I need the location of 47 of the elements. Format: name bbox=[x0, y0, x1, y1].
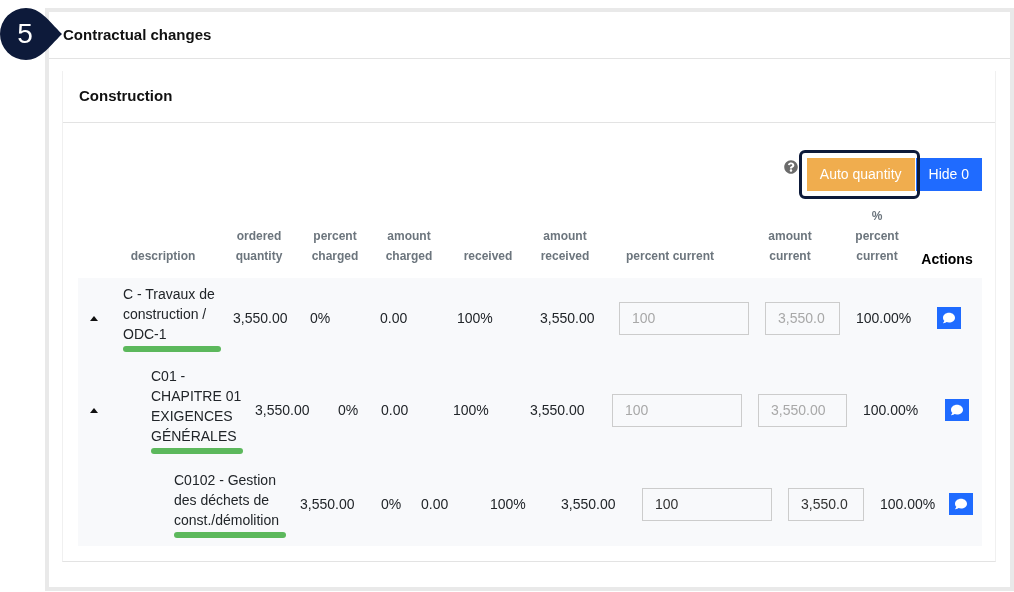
column-header: Actions bbox=[921, 250, 973, 269]
panel-title: Contractual changes bbox=[63, 24, 212, 45]
ordered-quantity: 3,550.00 bbox=[233, 310, 288, 326]
column-header: amount received bbox=[539, 228, 591, 265]
item-description: C01 - CHAPITRE 01 EXIGENCES GÉNÉRALES bbox=[151, 367, 243, 446]
received-amount: 3,550.00 bbox=[530, 402, 585, 418]
charged-amount: 0.00 bbox=[380, 310, 408, 326]
comment-button[interactable] bbox=[937, 307, 961, 329]
ordered-quantity: 3,550.00 bbox=[255, 402, 310, 418]
item-description: C0102 - Gestion des déchets de const./démolition bbox=[174, 471, 281, 530]
current-percent-ratio: 100.00% bbox=[863, 402, 919, 418]
speech-bubble-icon bbox=[951, 404, 963, 416]
column-header: percent current bbox=[626, 248, 714, 265]
current-percent-ratio: 100.00% bbox=[880, 496, 936, 512]
ordered-quantity: 3,550.00 bbox=[300, 496, 355, 512]
column-header: % percent current bbox=[854, 208, 900, 265]
column-header: amount charged bbox=[384, 228, 434, 265]
speech-bubble-icon bbox=[943, 312, 955, 324]
received-amount: 3,550.00 bbox=[540, 310, 595, 326]
received-percent: 100% bbox=[457, 310, 493, 326]
column-header: received bbox=[463, 248, 513, 265]
section-title: Construction bbox=[79, 86, 173, 107]
charged-amount: 0.00 bbox=[421, 496, 449, 512]
charged-percent: 0% bbox=[338, 402, 359, 418]
item-description: C - Travaux de construction / ODC-1 bbox=[123, 285, 216, 344]
caret-up-icon[interactable] bbox=[90, 315, 98, 321]
column-header: description bbox=[130, 248, 196, 265]
speech-bubble-icon bbox=[955, 498, 967, 510]
received-percent: 100% bbox=[490, 496, 526, 512]
received-amount: 3,550.00 bbox=[561, 496, 616, 512]
amount-current-input[interactable]: 3,550.0 bbox=[788, 487, 864, 521]
column-header: percent charged bbox=[310, 228, 360, 265]
charged-percent: 0% bbox=[381, 496, 402, 512]
column-header: ordered quantity bbox=[234, 228, 284, 265]
caret-up-icon[interactable] bbox=[90, 407, 98, 413]
help-icon[interactable] bbox=[783, 160, 798, 174]
toolbar-button[interactable]: Hide 0 bbox=[915, 158, 982, 191]
received-percent: 100% bbox=[453, 402, 489, 418]
column-header: amount current bbox=[767, 228, 813, 265]
current-percent-ratio: 100.00% bbox=[856, 310, 912, 326]
charged-amount: 0.00 bbox=[381, 402, 409, 418]
comment-button[interactable] bbox=[949, 493, 973, 515]
step-badge: 5 bbox=[0, 8, 62, 60]
percent-current-input[interactable]: 100 bbox=[642, 487, 772, 521]
comment-button[interactable] bbox=[945, 399, 969, 421]
toolbar-button[interactable]: Auto quantity bbox=[806, 158, 915, 191]
charged-percent: 0% bbox=[310, 310, 331, 326]
